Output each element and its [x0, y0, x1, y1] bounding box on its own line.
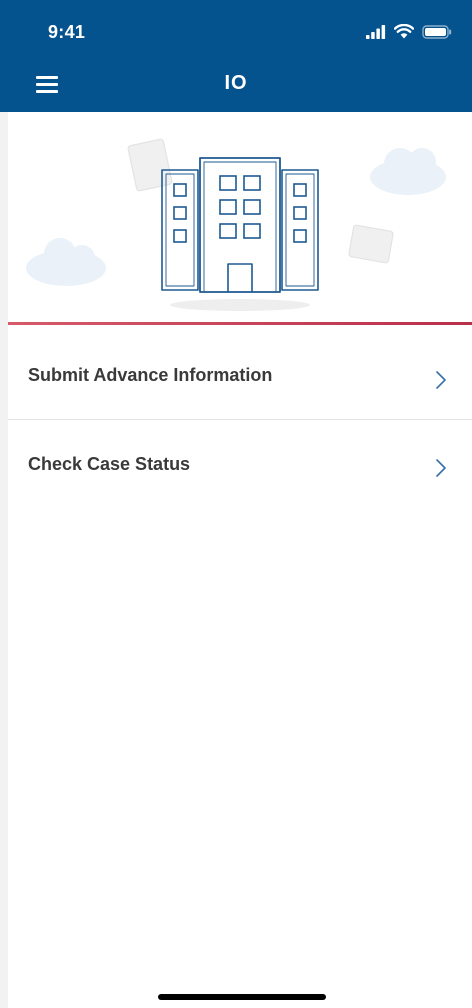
- home-indicator[interactable]: [158, 994, 326, 1000]
- chevron-right-icon: [436, 459, 446, 477]
- status-time: 9:41: [48, 22, 86, 42]
- action-menu: Submit Advance Information Check Case St…: [8, 325, 472, 507]
- content-area: [8, 506, 472, 1008]
- signal-icon: [366, 24, 386, 39]
- submit-advance-information-item[interactable]: Submit Advance Information: [8, 325, 472, 420]
- chevron-right-icon: [436, 371, 446, 389]
- navigation-bar: IO: [0, 56, 472, 112]
- app-screen: 9:41 IO Submit Advance Information Check…: [0, 0, 472, 1008]
- office-building-icon: [26, 138, 446, 311]
- page-title: IO: [224, 72, 248, 94]
- status-bar: 9:41: [0, 0, 472, 56]
- menu-item-label: Submit Advance Information: [28, 365, 273, 385]
- battery-icon: [422, 24, 452, 39]
- status-icons: [366, 24, 452, 39]
- menu-item-label: Check Case Status: [28, 454, 191, 474]
- wifi-icon: [394, 24, 414, 39]
- hero-banner: [8, 112, 472, 324]
- check-case-status-item[interactable]: Check Case Status: [8, 420, 472, 507]
